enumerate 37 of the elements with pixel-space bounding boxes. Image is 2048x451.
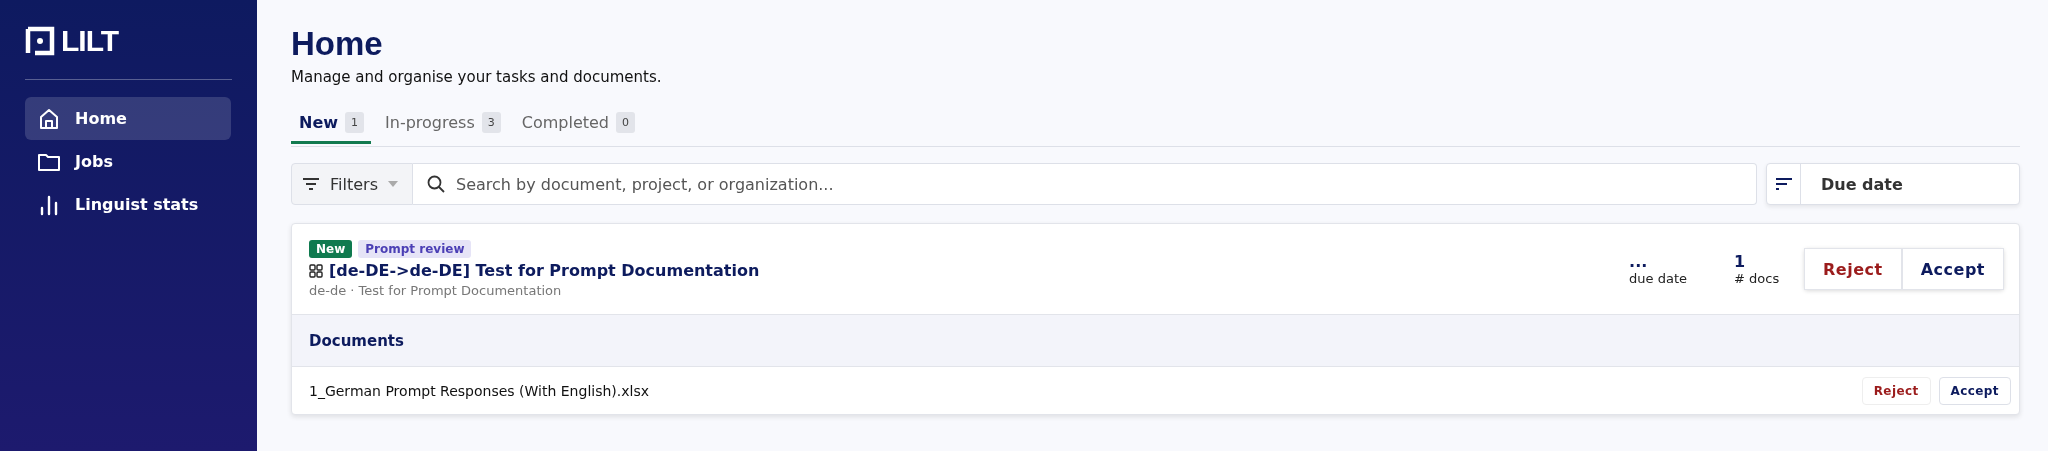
- grid-icon: [309, 263, 323, 278]
- tab[interactable]: Completed 0: [513, 104, 642, 144]
- count-badge: 1: [345, 112, 365, 133]
- home-icon: [37, 106, 61, 131]
- page-title: Home: [291, 24, 384, 64]
- document-name: 1_German Prompt Responses (With English).xlsx: [309, 382, 650, 399]
- sidebar-item[interactable]: Home: [25, 97, 231, 140]
- sidebar-item[interactable]: Jobs: [25, 140, 231, 183]
- status-tag: New: [309, 240, 353, 258]
- filters-button[interactable]: Filters: [291, 163, 413, 205]
- tab[interactable]: New 1: [291, 104, 372, 144]
- reject-button[interactable]: Reject: [1861, 376, 1931, 405]
- logo-text: LILT: [61, 24, 119, 58]
- documents-heading: Documents: [292, 315, 2019, 367]
- accept-button[interactable]: Accept: [1901, 248, 2004, 290]
- page-subtitle: Manage and organise your tasks and documents.: [291, 68, 663, 86]
- logo-icon: [25, 26, 55, 56]
- search-field[interactable]: Search by document, project, or organization...: [412, 163, 1757, 205]
- search-icon: [426, 175, 445, 193]
- filters-label: Filters: [330, 174, 378, 194]
- caret-icon: [387, 181, 398, 187]
- sidebar-item[interactable]: Linguist stats: [25, 183, 231, 226]
- due-date-value: ...: [1629, 252, 1649, 271]
- reject-button[interactable]: Reject: [1804, 248, 1902, 290]
- job-title[interactable]: [de-DE->de-DE] Test for Prompt Documentation: [329, 261, 760, 280]
- docs-label: # docs: [1734, 271, 1781, 286]
- job-subtitle: de-de · Test for Prompt Documentation: [309, 283, 563, 298]
- accept-button[interactable]: Accept: [1938, 376, 2011, 405]
- due-date-label: due date: [1629, 271, 1688, 286]
- filter-icon: [302, 177, 320, 191]
- task-type-tag: Prompt review: [358, 240, 472, 258]
- search-input[interactable]: Search by document, project, or organization...: [453, 173, 1756, 195]
- count-badge: 3: [481, 112, 501, 133]
- sort-icon: [1774, 177, 1793, 191]
- docs-count: 1: [1734, 252, 1747, 271]
- count-badge: 0: [616, 112, 635, 133]
- tab[interactable]: In-progress 3: [377, 104, 508, 144]
